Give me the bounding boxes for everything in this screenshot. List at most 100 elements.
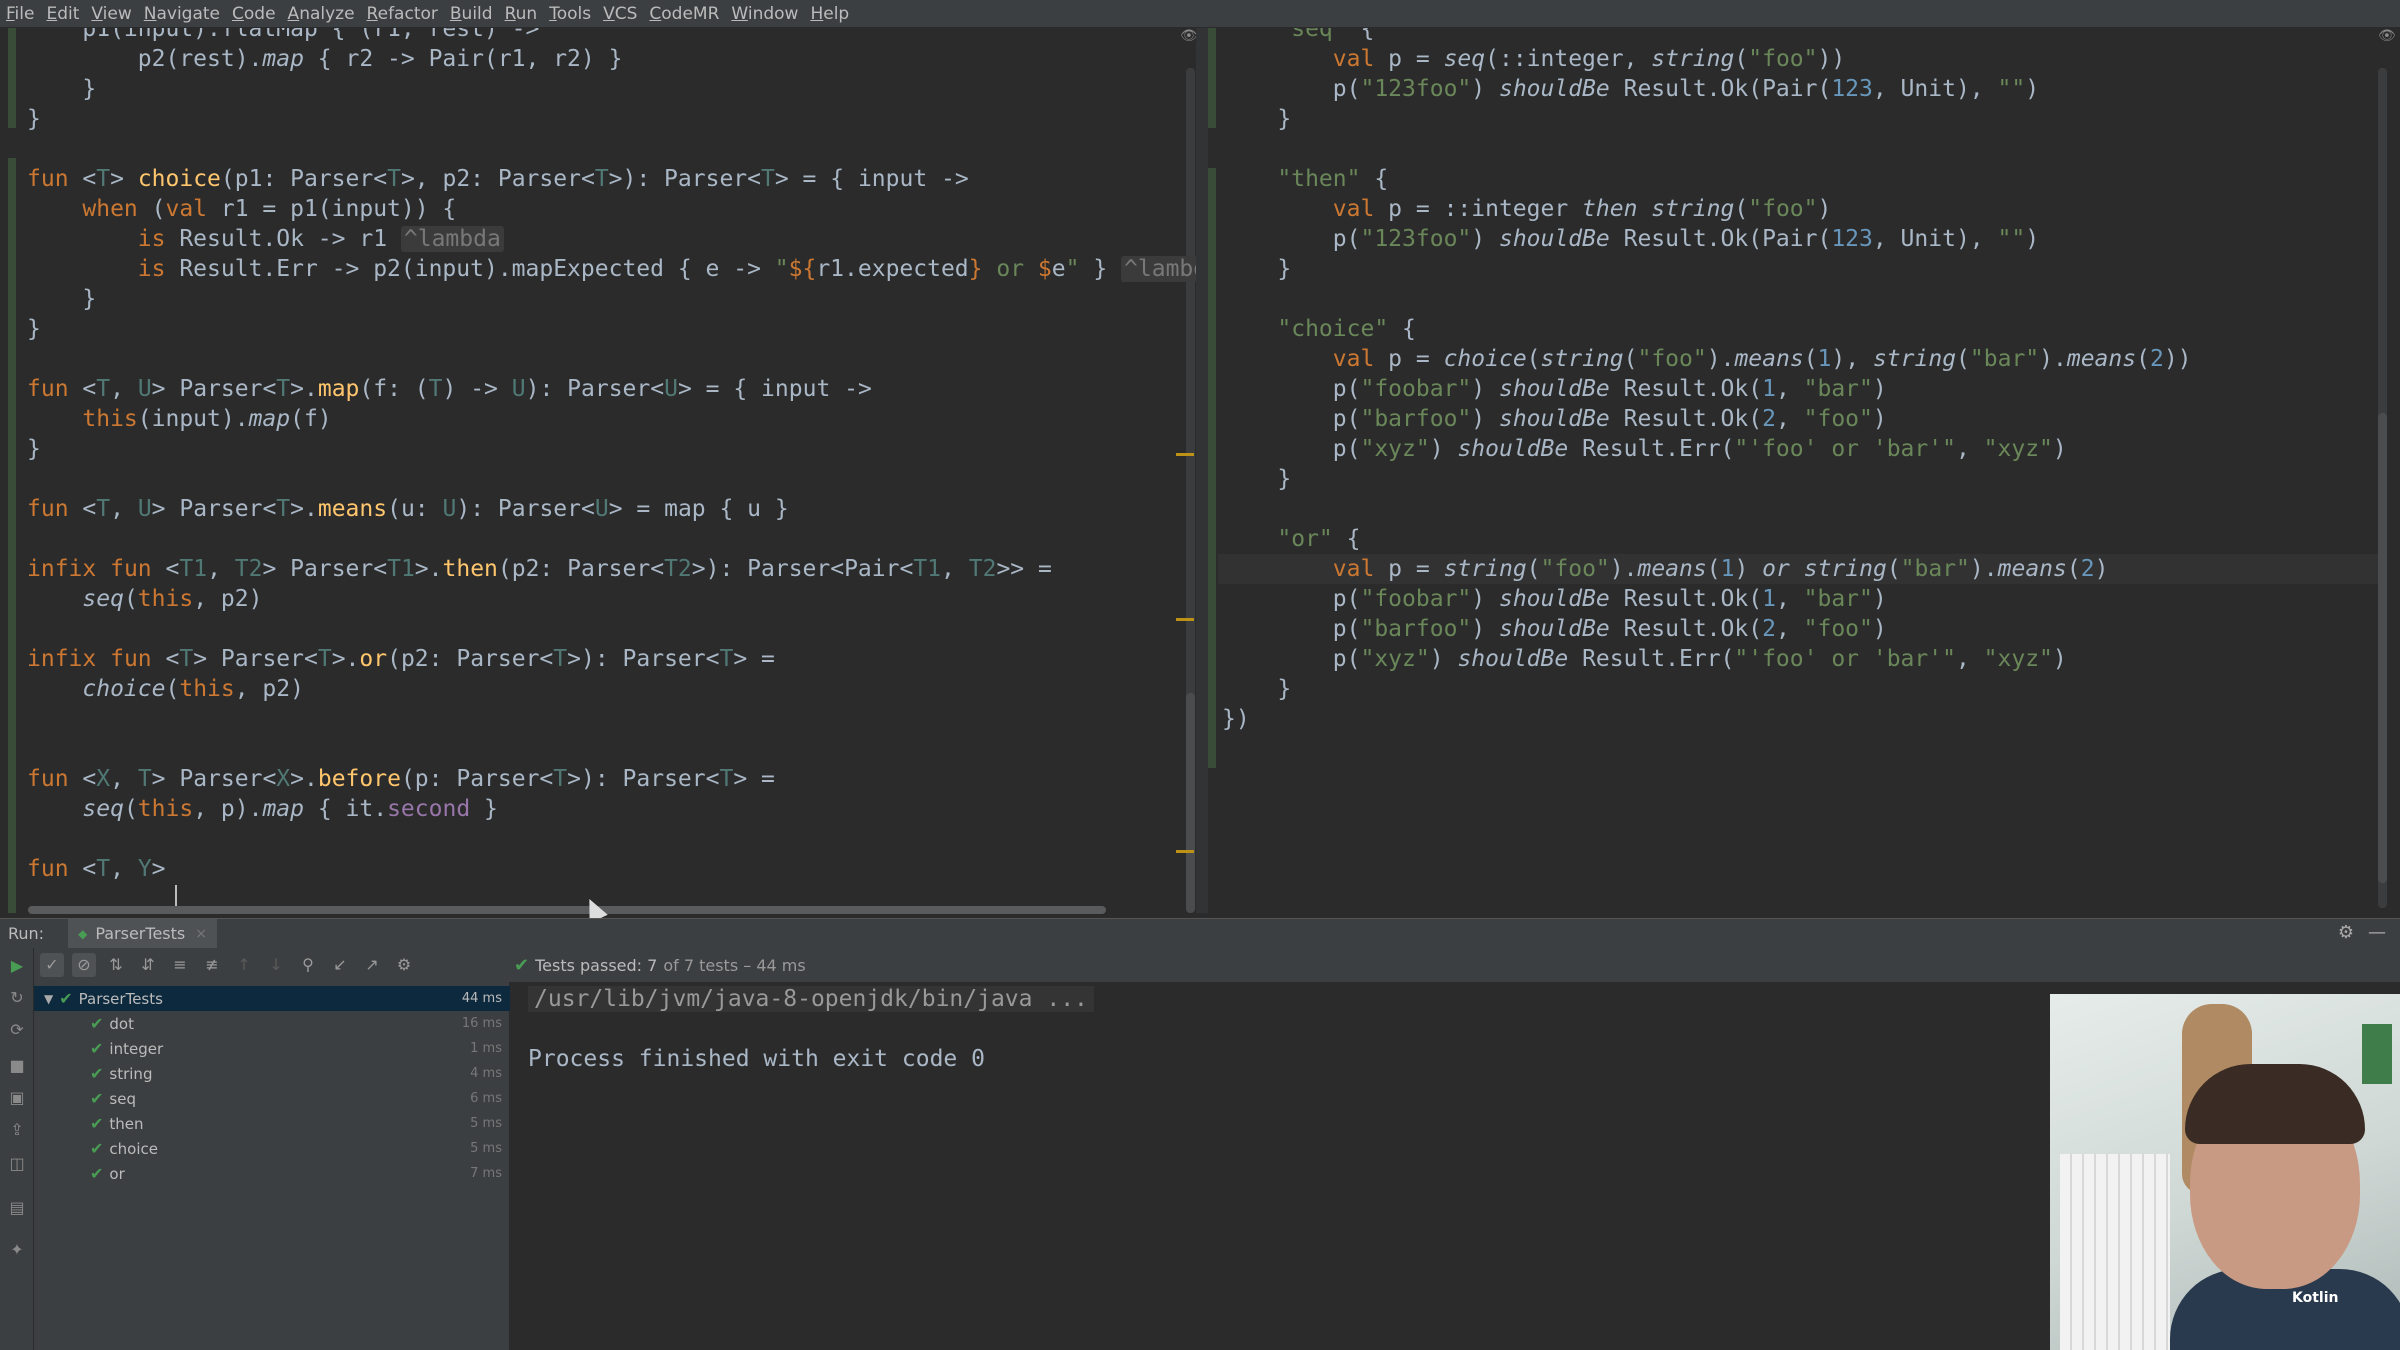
menu-edit[interactable]: Edit: [46, 4, 79, 24]
code-line[interactable]: }: [1222, 254, 1291, 284]
collapse-all-icon[interactable]: ≢: [200, 953, 224, 977]
editor-left[interactable]: p1(input).flatMap { (r1, rest) -> p2(res…: [0, 28, 1196, 913]
editor-splitter[interactable]: [1196, 28, 1208, 913]
close-icon[interactable]: ×: [195, 926, 207, 942]
menu-tools[interactable]: Tools: [549, 4, 591, 24]
menu-codemr[interactable]: CodeMR: [649, 4, 719, 24]
export-icon[interactable]: ⇪: [8, 1120, 26, 1139]
code-line[interactable]: infix fun <T> Parser<T>.or(p2: Parser<T>…: [27, 644, 775, 674]
code-line[interactable]: fun <T, Y>: [27, 854, 179, 884]
code-line[interactable]: seq(this, p2): [27, 584, 262, 614]
tab-parsertests[interactable]: ◆ ParserTests ×: [68, 918, 217, 949]
menu-view[interactable]: View: [91, 4, 131, 24]
test-row[interactable]: ✔ then 5 ms: [34, 1111, 510, 1136]
code-line[interactable]: this(input).map(f): [27, 404, 331, 434]
code-line[interactable]: choice(this, p2): [27, 674, 304, 704]
show-passed-icon[interactable]: ✓: [40, 953, 64, 977]
test-row[interactable]: ✔ or 7 ms: [34, 1161, 510, 1186]
menu-analyze[interactable]: Analyze: [288, 4, 355, 24]
code-line[interactable]: "then" {: [1222, 164, 1388, 194]
code-line[interactable]: p("foobar") shouldBe Result.Ok(1, "bar"): [1222, 584, 1887, 614]
code-line[interactable]: val p = string("foo").means(1) or string…: [1222, 554, 2109, 584]
console-command-line[interactable]: /usr/lib/jvm/java-8-openjdk/bin/java ...: [528, 986, 1094, 1012]
menu-run[interactable]: Run: [505, 4, 538, 24]
menu-window[interactable]: Window: [731, 4, 798, 24]
camera-icon[interactable]: ▣: [8, 1088, 26, 1107]
code-line[interactable]: val p = ::integer then string("foo"): [1222, 194, 1832, 224]
code-line[interactable]: }: [27, 284, 96, 314]
sort-alpha-icon[interactable]: ⇅: [104, 953, 128, 977]
code-line[interactable]: p("barfoo") shouldBe Result.Ok(2, "foo"): [1222, 404, 1887, 434]
editor-right-scroll-thumb[interactable]: [2378, 413, 2387, 883]
warning-marker[interactable]: [1176, 850, 1194, 853]
code-line[interactable]: val p = choice(string("foo").means(1), s…: [1222, 344, 2192, 374]
code-line[interactable]: p("123foo") shouldBe Result.Ok(Pair(123,…: [1222, 74, 2039, 104]
settings-icon[interactable]: ⚙: [392, 953, 416, 977]
code-line[interactable]: is Result.Ok -> r1 ^lambda: [27, 224, 504, 254]
test-row[interactable]: ✔ integer 1 ms: [34, 1036, 510, 1061]
search-icon[interactable]: ⚲: [296, 953, 320, 977]
test-row[interactable]: ✔ dot 16 ms: [34, 1011, 510, 1036]
code-line[interactable]: p("xyz") shouldBe Result.Err("'foo' or '…: [1222, 644, 2067, 674]
test-suite-row[interactable]: ▼ ✔ ParserTests 44 ms: [34, 986, 510, 1011]
code-line[interactable]: p("barfoo") shouldBe Result.Ok(2, "foo"): [1222, 614, 1887, 644]
code-line[interactable]: }): [1222, 704, 1250, 734]
code-line[interactable]: fun <X, T> Parser<X>.before(p: Parser<T>…: [27, 764, 775, 794]
test-row[interactable]: ✔ string 4 ms: [34, 1061, 510, 1086]
rerun-icon[interactable]: ▶: [8, 956, 26, 975]
export-tests-icon[interactable]: ↗: [360, 953, 384, 977]
code-line[interactable]: }: [1222, 464, 1291, 494]
menu-code[interactable]: Code: [232, 4, 276, 24]
warning-marker[interactable]: [1176, 618, 1194, 621]
menu-help[interactable]: Help: [810, 4, 849, 24]
code-line[interactable]: p("123foo") shouldBe Result.Ok(Pair(123,…: [1222, 224, 2039, 254]
horizontal-scrollbar[interactable]: [28, 906, 1106, 914]
stop-icon[interactable]: ■: [8, 1056, 26, 1075]
import-tests-icon[interactable]: ↙: [328, 953, 352, 977]
code-line[interactable]: p("foobar") shouldBe Result.Ok(1, "bar"): [1222, 374, 1887, 404]
code-line[interactable]: }: [1222, 674, 1291, 704]
code-line[interactable]: "seq" {: [1222, 28, 1374, 44]
eye-icon[interactable]: 👁: [2378, 28, 2396, 44]
minimize-icon[interactable]: —: [2368, 922, 2386, 943]
code-line[interactable]: is Result.Err -> p2(input).mapExpected {…: [27, 254, 1196, 284]
layout-icon[interactable]: ▤: [8, 1198, 26, 1217]
code-line[interactable]: p("xyz") shouldBe Result.Err("'foo' or '…: [1222, 434, 2067, 464]
code-line[interactable]: fun <T> choice(p1: Parser<T>, p2: Parser…: [27, 164, 969, 194]
debug-icon[interactable]: ↻: [8, 988, 26, 1007]
rerun-failed-icon[interactable]: ⟳: [8, 1020, 26, 1039]
code-line[interactable]: }: [27, 74, 96, 104]
expand-arrow-icon[interactable]: ▼: [44, 992, 53, 1006]
sort-duration-icon[interactable]: ⇵: [136, 953, 160, 977]
previous-test-icon[interactable]: ↑: [232, 953, 256, 977]
pin-icon[interactable]: ✦: [8, 1240, 26, 1259]
code-line[interactable]: when (val r1 = p1(input)) {: [27, 194, 456, 224]
menu-file[interactable]: File: [6, 4, 34, 24]
code-line[interactable]: fun <T, U> Parser<T>.map(f: (T) -> U): P…: [27, 374, 872, 404]
editor-left-scroll-thumb[interactable]: [1186, 693, 1195, 913]
code-line[interactable]: }: [27, 104, 41, 134]
code-line[interactable]: infix fun <T1, T2> Parser<T1>.then(p2: P…: [27, 554, 1052, 584]
expand-all-icon[interactable]: ≡: [168, 953, 192, 977]
next-test-icon[interactable]: ↓: [264, 953, 288, 977]
menu-vcs[interactable]: VCS: [603, 4, 637, 24]
code-line[interactable]: "choice" {: [1222, 314, 1415, 344]
code-line[interactable]: }: [27, 434, 41, 464]
code-line[interactable]: p2(rest).map { r2 -> Pair(r1, r2) }: [27, 44, 623, 74]
test-row[interactable]: ✔ seq 6 ms: [34, 1086, 510, 1111]
code-line[interactable]: val p = seq(::integer, string("foo")): [1222, 44, 1845, 74]
history-icon[interactable]: ◫: [8, 1154, 26, 1173]
code-line[interactable]: "or" {: [1222, 524, 1360, 554]
code-line[interactable]: fun <T, U> Parser<T>.means(u: U): Parser…: [27, 494, 789, 524]
show-ignored-icon[interactable]: ⊘: [72, 953, 96, 977]
editor-right[interactable]: "seq" { val p = seq(::integer, string("f…: [1208, 28, 2400, 913]
code-line[interactable]: }: [1222, 104, 1291, 134]
test-row[interactable]: ✔ choice 5 ms: [34, 1136, 510, 1161]
gear-icon[interactable]: ⚙: [2338, 922, 2354, 943]
menu-build[interactable]: Build: [450, 4, 493, 24]
code-line[interactable]: seq(this, p).map { it.second }: [27, 794, 497, 824]
warning-marker[interactable]: [1176, 453, 1194, 456]
menu-navigate[interactable]: Navigate: [144, 4, 220, 24]
code-line[interactable]: }: [27, 314, 41, 344]
menu-refactor[interactable]: Refactor: [367, 4, 438, 24]
